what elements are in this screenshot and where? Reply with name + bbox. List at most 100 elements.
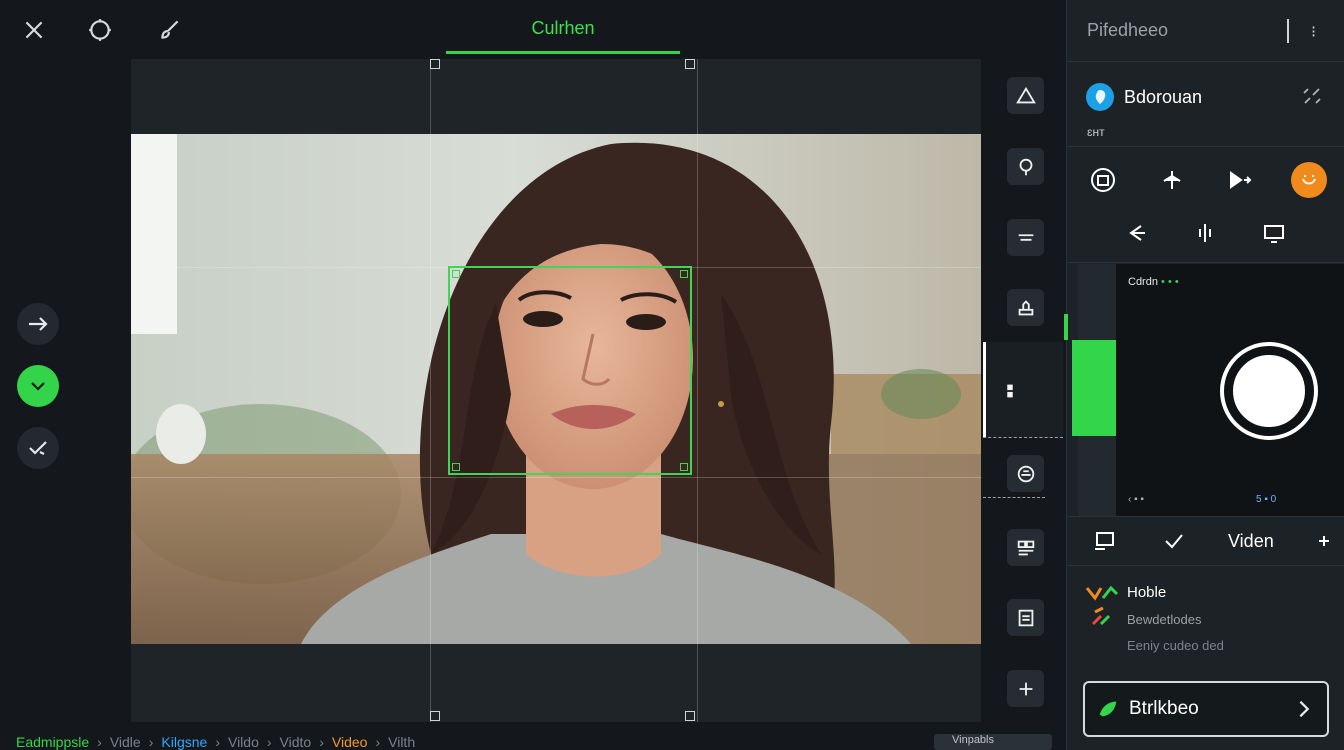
face-detection-box[interactable] xyxy=(448,266,692,475)
dots-tool-button[interactable] xyxy=(991,372,1028,409)
stamp-icon xyxy=(1018,299,1033,315)
pin-tool-button[interactable] xyxy=(1007,148,1044,185)
note-title: Hoble xyxy=(1127,584,1167,601)
grid-line xyxy=(697,59,698,722)
close-button[interactable] xyxy=(18,14,50,46)
top-bar: Culrhen xyxy=(0,0,1066,58)
face-box-handle[interactable] xyxy=(452,270,460,278)
camera-mode-strip[interactable] xyxy=(1064,264,1116,516)
camera-mode-selected[interactable] xyxy=(1072,340,1116,436)
lines-tool-button[interactable] xyxy=(1007,219,1044,256)
confetti-icon xyxy=(1091,606,1111,626)
badge-icon xyxy=(1091,168,1115,192)
face-tool-button[interactable] xyxy=(1007,455,1044,492)
video-action-row: Viden xyxy=(1066,516,1344,566)
face-box-handle[interactable] xyxy=(680,463,688,471)
status-item[interactable]: Video xyxy=(332,734,368,750)
tab-title[interactable]: Culrhen xyxy=(446,0,680,56)
status-separator: › xyxy=(97,734,102,750)
grid-line xyxy=(131,477,981,478)
chevron-down-icon xyxy=(31,382,45,391)
layout-tool-button[interactable] xyxy=(1007,529,1044,566)
panel-header: Pifedheeo ⁝ xyxy=(1067,0,1344,62)
layout-icon xyxy=(1017,540,1034,555)
chevron-right-icon xyxy=(1299,700,1310,718)
arrow-right-icon xyxy=(29,317,48,331)
play-cut-icon xyxy=(1230,171,1252,189)
cta-label: Btrlkbeo xyxy=(1129,698,1199,719)
status-item[interactable]: Vidle xyxy=(110,734,141,750)
stamp-tool-button[interactable] xyxy=(1007,289,1044,326)
ring-icon xyxy=(89,19,111,41)
more-icon xyxy=(1319,536,1329,546)
smile-button[interactable] xyxy=(1291,162,1327,198)
panel-menu-button[interactable]: ⁝ xyxy=(1311,22,1316,42)
note-line-3: Eeniy cudeo ded xyxy=(1127,638,1224,653)
screen-button[interactable] xyxy=(1256,215,1292,251)
crop-handle[interactable] xyxy=(430,59,440,69)
account-row[interactable]: Bdorouan xyxy=(1086,82,1202,112)
brush-icon xyxy=(161,20,179,39)
lines-icon xyxy=(1018,233,1033,241)
pin-icon xyxy=(1019,158,1032,175)
face-box-handle[interactable] xyxy=(452,463,460,471)
screen-icon xyxy=(1264,225,1284,243)
status-separator: › xyxy=(215,734,220,750)
back-button[interactable] xyxy=(1118,215,1154,251)
shutter-button[interactable] xyxy=(1220,342,1318,440)
primary-cta-button[interactable]: Btrlkbeo xyxy=(1083,681,1329,737)
leaf-icon xyxy=(1099,701,1117,717)
account-name: Bdorouan xyxy=(1124,86,1203,107)
camera-label-dots: • • • xyxy=(1161,276,1179,288)
document-icon xyxy=(1018,609,1033,626)
arrow-left-icon xyxy=(1129,225,1145,241)
colorful-tag-icon xyxy=(1085,585,1119,601)
status-item[interactable]: Vidto xyxy=(280,734,312,750)
status-item[interactable]: Vilth xyxy=(388,734,415,750)
document-tool-button[interactable] xyxy=(1007,599,1044,636)
panel-title: Pifedheeo xyxy=(1087,20,1169,40)
smile-icon xyxy=(1302,175,1316,185)
shutter-inner xyxy=(1230,352,1308,430)
caption-button[interactable] xyxy=(1086,523,1122,559)
crop-handle[interactable] xyxy=(430,711,440,721)
split-icon xyxy=(1199,224,1211,242)
camera-label-text: Cdrdn xyxy=(1128,276,1158,288)
status-separator: › xyxy=(266,734,272,750)
triangle-icon xyxy=(1015,86,1036,103)
crop-handle[interactable] xyxy=(685,711,695,721)
brush-button[interactable] xyxy=(154,14,186,46)
split-button[interactable] xyxy=(1187,215,1223,251)
left-tool-swirl[interactable] xyxy=(17,427,59,469)
left-tool-check[interactable] xyxy=(17,365,59,407)
left-tool-arrow[interactable] xyxy=(17,303,59,345)
badge-button[interactable] xyxy=(1085,162,1121,198)
camera-footer-left: ‹ ▪ ▪ xyxy=(1128,494,1144,505)
face-box-handle[interactable] xyxy=(680,270,688,278)
status-separator: › xyxy=(375,734,381,750)
status-separator: › xyxy=(148,734,154,750)
status-item[interactable]: Kilgsne xyxy=(161,734,207,750)
brand-logo-icon xyxy=(1086,83,1114,111)
plane-button[interactable] xyxy=(1154,162,1190,198)
status-right[interactable]: Vinpabls xyxy=(934,734,1052,750)
play-cut-button[interactable] xyxy=(1222,162,1258,198)
account-edit-button[interactable] xyxy=(1300,84,1326,110)
close-icon xyxy=(25,21,43,39)
caption-icon xyxy=(1095,532,1114,550)
tab-underline xyxy=(446,51,680,54)
grid-line xyxy=(430,59,431,722)
check-button[interactable] xyxy=(1156,523,1192,559)
plus-icon xyxy=(1019,682,1032,695)
check-icon xyxy=(1165,534,1183,549)
plane-icon xyxy=(1163,171,1181,189)
ring-button[interactable] xyxy=(84,14,116,46)
triangle-tool-button[interactable] xyxy=(1007,77,1044,114)
note-line-2: Bewdetlodes xyxy=(1127,612,1202,627)
status-item[interactable]: Eadmippsle xyxy=(16,734,89,750)
more-button[interactable] xyxy=(1306,523,1342,559)
add-tool-button[interactable] xyxy=(1007,670,1044,707)
crop-handle[interactable] xyxy=(685,59,695,69)
video-label[interactable]: Viden xyxy=(1228,531,1274,552)
status-item[interactable]: Vildo xyxy=(228,734,259,750)
